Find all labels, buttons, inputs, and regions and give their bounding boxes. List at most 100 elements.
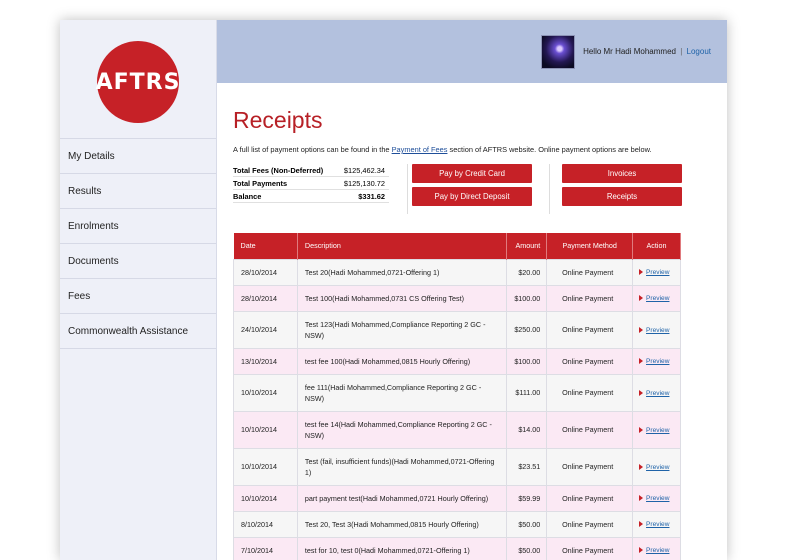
payment-of-fees-link[interactable]: Payment of Fees <box>392 145 448 154</box>
cell-amount: $250.00 <box>506 310 548 349</box>
cell-action: Preview <box>632 447 681 486</box>
pay-by-direct-deposit-button[interactable]: Pay by Direct Deposit <box>412 187 532 206</box>
receipts-table: Date Description Amount Payment Method A… <box>233 233 681 560</box>
col-header-date[interactable]: Date <box>233 233 298 259</box>
play-arrow-icon <box>639 326 644 333</box>
cell-payment-method: Online Payment <box>546 258 634 286</box>
play-arrow-icon <box>639 389 644 396</box>
sidebar-item-documents[interactable]: Documents <box>60 244 216 279</box>
preview-link[interactable]: Preview <box>646 464 669 471</box>
preview-link[interactable]: Preview <box>646 547 669 554</box>
cell-payment-method: Online Payment <box>546 310 634 349</box>
col-header-amount[interactable]: Amount <box>506 233 548 259</box>
cell-description: Test 20(Hadi Mohammed,0721-Offering 1) <box>296 258 508 286</box>
play-arrow-icon <box>639 358 644 365</box>
cell-action: Preview <box>632 347 681 375</box>
cell-description: test fee 100(Hadi Mohammed,0815 Hourly O… <box>296 347 508 375</box>
col-header-action[interactable]: Action <box>632 233 681 259</box>
cell-payment-method: Online Payment <box>546 510 634 538</box>
cell-action: Preview <box>632 310 681 349</box>
cell-action: Preview <box>632 510 681 538</box>
preview-link[interactable]: Preview <box>646 427 669 434</box>
cell-action: Preview <box>632 373 681 412</box>
cell-date: 10/10/2014 <box>233 484 298 512</box>
aftrs-logo[interactable]: AFTRS <box>96 41 179 123</box>
play-arrow-icon <box>639 547 644 554</box>
pay-by-credit-card-button[interactable]: Pay by Credit Card <box>412 164 532 183</box>
cell-payment-method: Online Payment <box>546 484 634 512</box>
cell-amount: $100.00 <box>506 284 548 312</box>
col-header-description[interactable]: Description <box>297 233 508 259</box>
cell-description: Test 20, Test 3(Hadi Mohammed,0815 Hourl… <box>296 510 508 538</box>
cell-amount: $20.00 <box>506 258 548 286</box>
greeting-separator: | <box>680 47 683 56</box>
total-fees-value: $125,462.34 <box>343 166 385 175</box>
cell-action: Preview <box>632 284 681 312</box>
col-header-payment-method[interactable]: Payment Method <box>546 233 634 259</box>
table-header-row: Date Description Amount Payment Method A… <box>233 233 681 259</box>
cell-date: 8/10/2014 <box>233 510 298 538</box>
table-row: 10/10/2014 Test (fail, insufficient funds… <box>233 447 681 486</box>
play-arrow-icon <box>639 426 644 433</box>
sidebar-item-my-details[interactable]: My Details <box>60 139 216 174</box>
cell-amount: $59.99 <box>506 484 548 512</box>
sidebar-item-enrolments[interactable]: Enrolments <box>60 209 216 244</box>
cell-date: 10/10/2014 <box>233 447 298 486</box>
preview-link[interactable]: Preview <box>646 390 669 397</box>
cell-date: 24/10/2014 <box>233 310 298 349</box>
top-bar: Hello Mr Hadi Mohammed | Logout <box>217 20 727 83</box>
cell-date: 28/10/2014 <box>233 258 298 286</box>
cell-description: test fee 14(Hadi Mohammed,Compliance Rep… <box>296 410 508 449</box>
avatar[interactable] <box>541 34 576 69</box>
total-payments-label: Total Payments <box>233 179 288 188</box>
balance-label: Balance <box>233 192 262 201</box>
cell-amount: $14.00 <box>506 410 548 449</box>
cell-description: Test (fail, insufficient funds)(Hadi Moh… <box>296 447 508 486</box>
cell-action: Preview <box>632 258 681 286</box>
preview-link[interactable]: Preview <box>646 521 669 528</box>
cell-amount: $111.00 <box>506 373 548 412</box>
cell-amount: $50.00 <box>506 510 548 538</box>
cell-payment-method: Online Payment <box>546 373 634 412</box>
main-area: Hello Mr Hadi Mohammed | Logout Receipts… <box>217 20 727 560</box>
cell-payment-method: Online Payment <box>546 410 634 449</box>
receipts-button[interactable]: Receipts <box>562 187 682 206</box>
balance-row: Balance $331.62 <box>233 190 389 203</box>
user-greeting: Hello Mr Hadi Mohammed | Logout <box>583 47 711 56</box>
greeting-text: Hello Mr Hadi Mohammed <box>583 47 676 56</box>
table-row: 7/10/2014 test for 10, test 0(Hadi Mohamm… <box>233 536 681 560</box>
cell-date: 10/10/2014 <box>233 410 298 449</box>
sidebar-item-fees[interactable]: Fees <box>60 279 216 314</box>
balance-value: $331.62 <box>358 192 385 201</box>
summary-row: Total Fees (Non-Deferred) $125,462.34 To… <box>233 164 711 214</box>
preview-link[interactable]: Preview <box>646 327 669 334</box>
sidebar-nav: My Details Results Enrolments Documents … <box>60 138 216 349</box>
sidebar-item-commonwealth-assistance[interactable]: Commonwealth Assistance <box>60 314 216 349</box>
cell-action: Preview <box>632 410 681 449</box>
cell-description: part payment test(Hadi Mohammed,0721 Hou… <box>296 484 508 512</box>
sidebar-item-results[interactable]: Results <box>60 174 216 209</box>
cell-description: Test 123(Hadi Mohammed,Compliance Report… <box>296 310 508 349</box>
app-window: AFTRS My Details Results Enrolments Docu… <box>60 20 727 560</box>
cell-amount: $100.00 <box>506 347 548 375</box>
cell-payment-method: Online Payment <box>546 284 634 312</box>
preview-link[interactable]: Preview <box>646 358 669 365</box>
document-buttons: Invoices Receipts <box>549 164 683 214</box>
table-row: 28/10/2014 Test 20(Hadi Mohammed,0721-Off… <box>233 258 681 286</box>
preview-link[interactable]: Preview <box>646 495 669 502</box>
cell-action: Preview <box>632 536 681 560</box>
play-arrow-icon <box>639 521 644 528</box>
cell-amount: $50.00 <box>506 536 548 560</box>
preview-link[interactable]: Preview <box>646 295 669 302</box>
cell-payment-method: Online Payment <box>546 347 634 375</box>
page-title: Receipts <box>233 107 323 133</box>
cell-description: fee 111(Hadi Mohammed,Compliance Reporti… <box>296 373 508 412</box>
preview-link[interactable]: Preview <box>646 269 669 276</box>
cell-amount: $23.51 <box>506 447 548 486</box>
totals-summary: Total Fees (Non-Deferred) $125,462.34 To… <box>233 164 389 214</box>
logout-link[interactable]: Logout <box>687 47 711 56</box>
cell-description: test for 10, test 0(Hadi Mohammed,0721-O… <box>296 536 508 560</box>
table-row: 24/10/2014 Test 123(Hadi Mohammed,Complia… <box>233 310 681 349</box>
logo-area: AFTRS <box>60 20 216 138</box>
invoices-button[interactable]: Invoices <box>562 164 682 183</box>
